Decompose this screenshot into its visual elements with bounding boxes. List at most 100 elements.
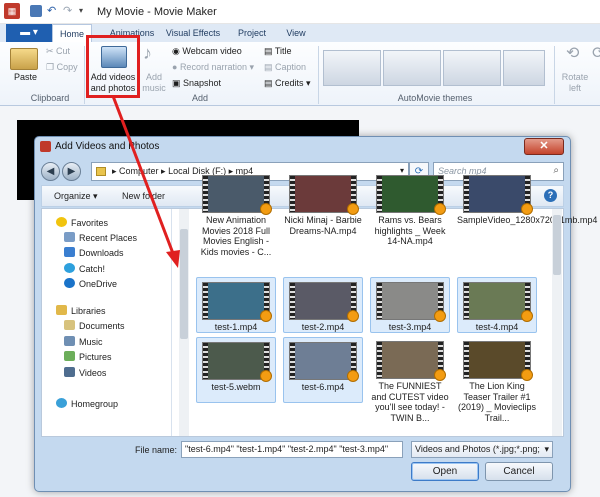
libraries-icon	[56, 305, 67, 315]
tab-project[interactable]: Project	[232, 24, 272, 42]
nav-pictures-label: Pictures	[79, 352, 112, 362]
nav-recent-places[interactable]: Recent Places	[64, 231, 137, 245]
file-item[interactable]: test-6.mp4	[283, 337, 363, 403]
nav-downloads-label: Downloads	[79, 248, 124, 258]
tab-visual-effects[interactable]: Visual Effects	[164, 24, 222, 42]
nav-music[interactable]: Music	[64, 335, 103, 349]
scrollbar-thumb[interactable]	[553, 215, 561, 275]
file-name: test-4.mp4	[475, 322, 519, 332]
file-name: Rams vs. Bears highlights _ Week 14-NA.m…	[374, 215, 446, 246]
play-icon	[260, 203, 272, 215]
copy-button[interactable]: ❐ Copy	[46, 62, 78, 73]
nav-libraries[interactable]: Libraries	[56, 304, 106, 318]
file-menu-button[interactable]: ▬ ▾	[6, 24, 52, 42]
organize-button[interactable]: Organize ▾	[54, 191, 98, 202]
play-icon	[434, 203, 446, 215]
undo-icon[interactable]: ↶	[47, 5, 59, 17]
open-button[interactable]: Open	[411, 462, 479, 481]
file-name-input[interactable]: "test-6.mp4" "test-1.mp4" "test-2.mp4" "…	[181, 441, 403, 458]
credits-button[interactable]: ▤ Credits ▾	[264, 78, 311, 89]
file-item[interactable]: New Animation Movies 2018 Full Movies En…	[196, 171, 276, 275]
film-strip	[290, 343, 295, 379]
play-icon	[347, 370, 359, 382]
file-item[interactable]: Nicki Minaj - Barbie Dreams-NA.mp4	[283, 171, 363, 275]
breadcrumb-computer[interactable]: Computer	[119, 166, 159, 176]
video-thumbnail	[202, 342, 272, 382]
highlight-box	[86, 35, 140, 98]
onedrive-icon	[64, 278, 75, 288]
file-item[interactable]: test-5.webm	[196, 337, 276, 403]
movie-maker-app-icon[interactable]: ▦	[4, 3, 20, 19]
video-thumbnail	[463, 282, 533, 322]
play-icon	[521, 369, 533, 381]
file-item[interactable]: SampleVideo_1280x720_1mb.mp4	[457, 171, 598, 275]
file-name: test-6.mp4	[301, 382, 345, 392]
rotate-left-button[interactable]: Rotate left	[560, 72, 590, 94]
play-icon	[260, 310, 272, 322]
automovie-theme-3[interactable]	[443, 50, 501, 86]
copy-label: Copy	[56, 62, 78, 72]
title-button[interactable]: ▤ Title	[264, 46, 292, 57]
file-item[interactable]: test-4.mp4	[457, 277, 537, 333]
nav-music-label: Music	[79, 337, 103, 347]
file-name: test-2.mp4	[301, 322, 345, 332]
redo-icon[interactable]: ↷	[63, 5, 75, 17]
snapshot-button[interactable]: ▣ Snapshot	[172, 78, 221, 89]
file-item[interactable]: test-1.mp4	[196, 277, 276, 333]
nav-catch[interactable]: Catch!	[64, 262, 105, 276]
file-type-select[interactable]: Videos and Photos (*.jpg;*.png; ▾	[411, 441, 553, 458]
music-icon[interactable]: ♪	[143, 44, 152, 62]
nav-downloads[interactable]: Downloads	[64, 246, 124, 260]
file-item[interactable]: The FUNNIEST and CUTEST video you'll see…	[370, 337, 450, 423]
file-name: SampleVideo_1280x720_1mb.mp4	[457, 215, 598, 225]
film-strip	[464, 342, 469, 378]
nav-documents[interactable]: Documents	[64, 319, 125, 333]
cut-button[interactable]: ✂ Cut	[46, 46, 70, 57]
save-icon[interactable]	[30, 5, 42, 17]
file-item[interactable]: The Lion King Teaser Trailer #1 (2019) _…	[457, 337, 537, 423]
play-icon	[434, 369, 446, 381]
rotate-left-icon[interactable]: ⟲	[566, 46, 579, 62]
play-icon	[521, 310, 533, 322]
webcam-video-button[interactable]: ◉ Webcam video	[172, 46, 242, 57]
recent-places-icon	[64, 232, 75, 242]
add-music-button[interactable]: Add music	[142, 72, 166, 94]
nav-videos[interactable]: Videos	[64, 366, 106, 380]
file-item[interactable]: test-2.mp4	[283, 277, 363, 333]
folder-icon	[96, 167, 106, 176]
forward-icon[interactable]: ▶	[62, 162, 81, 181]
file-item[interactable]: Rams vs. Bears highlights _ Week 14-NA.m…	[370, 171, 450, 275]
nav-onedrive[interactable]: OneDrive	[64, 277, 117, 291]
nav-homegroup[interactable]: Homegroup	[56, 397, 118, 411]
paste-button[interactable]: Paste	[14, 72, 37, 83]
nav-pictures[interactable]: Pictures	[64, 350, 112, 364]
nav-favorites[interactable]: Favorites	[56, 216, 108, 230]
new-folder-button[interactable]: New folder	[122, 191, 165, 201]
help-icon[interactable]: ?	[544, 189, 557, 202]
caption-button[interactable]: ▤ Caption	[264, 62, 306, 73]
film-strip	[377, 176, 382, 212]
automovie-theme-1[interactable]	[323, 50, 381, 86]
nav-videos-label: Videos	[79, 368, 107, 378]
tab-view[interactable]: View	[280, 24, 312, 42]
automovie-theme-4[interactable]	[503, 50, 545, 86]
file-scrollbar[interactable]	[552, 209, 562, 436]
scrollbar-thumb[interactable]	[180, 229, 188, 339]
customize-quick-access-icon[interactable]: ▾	[79, 5, 91, 17]
dialog-footer: File name: "test-6.mp4" "test-1.mp4" "te…	[41, 439, 564, 489]
back-icon[interactable]: ◀	[41, 162, 60, 181]
video-thumbnail	[463, 341, 533, 381]
file-name: The Lion King Teaser Trailer #1 (2019) _…	[457, 381, 537, 423]
rotate-right-icon[interactable]: ⟳	[592, 46, 600, 62]
record-narration-button[interactable]: ● Record narration ▾	[172, 62, 254, 73]
file-item[interactable]: test-3.mp4	[370, 277, 450, 333]
video-thumbnail	[202, 282, 272, 322]
automovie-group-label: AutoMovie themes	[397, 93, 473, 103]
close-button[interactable]: ✕	[524, 138, 564, 155]
paste-icon[interactable]	[10, 48, 38, 70]
file-name: Nicki Minaj - Barbie Dreams-NA.mp4	[284, 215, 362, 236]
automovie-theme-2[interactable]	[383, 50, 441, 86]
cancel-button[interactable]: Cancel	[485, 462, 553, 481]
nav-scrollbar[interactable]	[179, 209, 189, 436]
music-library-icon	[64, 336, 75, 346]
